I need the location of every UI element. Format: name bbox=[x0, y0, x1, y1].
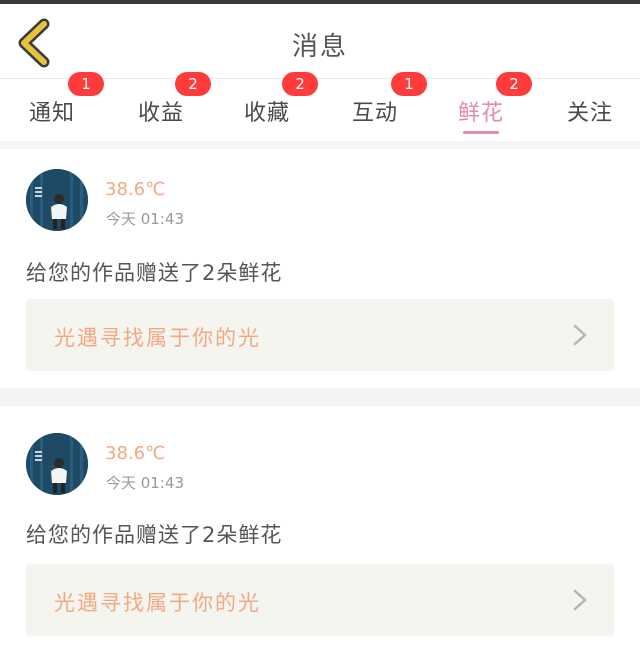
tab-badge: 2 bbox=[496, 72, 532, 96]
active-tab-indicator bbox=[463, 131, 499, 134]
timestamp: 今天 01:43 bbox=[106, 210, 184, 228]
tab-interactions[interactable]: 互动 1 bbox=[325, 72, 427, 141]
tab-follows[interactable]: 关注 bbox=[540, 79, 640, 141]
chevron-right-icon bbox=[573, 589, 587, 611]
work-link[interactable]: 光遇寻找属于你的光 bbox=[26, 299, 614, 371]
header: 消息 bbox=[0, 4, 640, 78]
sender-name[interactable]: 38.6℃ bbox=[105, 179, 165, 200]
card-separator bbox=[0, 388, 640, 406]
tab-earnings[interactable]: 收益 2 bbox=[111, 72, 211, 141]
tab-label: 收藏 bbox=[243, 101, 290, 126]
tab-bar: 通知 1 收益 2 收藏 2 互动 1 鲜花 2 关注 bbox=[0, 72, 640, 141]
tab-label: 鲜花 bbox=[457, 101, 504, 126]
tab-badge: 1 bbox=[68, 72, 104, 96]
avatar[interactable] bbox=[26, 433, 88, 495]
sender-name[interactable]: 38.6℃ bbox=[105, 443, 165, 464]
message-text: 给您的作品赠送了2朵鲜花 bbox=[26, 523, 283, 547]
tab-badge: 1 bbox=[391, 72, 427, 96]
tab-label: 收益 bbox=[137, 101, 184, 126]
timestamp: 今天 01:43 bbox=[106, 474, 184, 492]
tab-label: 通知 bbox=[28, 101, 75, 126]
work-title: 光遇寻找属于你的光 bbox=[54, 591, 261, 615]
avatar[interactable] bbox=[26, 169, 88, 231]
message-card: 38.6℃ 今天 01:43 给您的作品赠送了2朵鲜花 光遇寻找属于你的光 bbox=[0, 406, 640, 655]
tab-label: 互动 bbox=[351, 101, 398, 126]
chevron-right-icon bbox=[573, 324, 587, 346]
tab-label: 关注 bbox=[566, 101, 613, 126]
tab-badge: 2 bbox=[282, 72, 318, 96]
avatar-photo bbox=[26, 433, 88, 495]
message-card: 38.6℃ 今天 01:43 给您的作品赠送了2朵鲜花 光遇寻找属于你的光 bbox=[0, 149, 640, 388]
page-title: 消息 bbox=[291, 32, 348, 62]
work-link[interactable]: 光遇寻找属于你的光 bbox=[26, 564, 614, 636]
section-gap bbox=[0, 141, 640, 149]
tab-flowers[interactable]: 鲜花 2 bbox=[431, 72, 532, 141]
work-title: 光遇寻找属于你的光 bbox=[54, 326, 261, 350]
tab-badge: 2 bbox=[175, 72, 211, 96]
tab-notifications[interactable]: 通知 1 bbox=[2, 72, 104, 141]
avatar-photo bbox=[26, 169, 88, 231]
message-text: 给您的作品赠送了2朵鲜花 bbox=[26, 261, 283, 285]
tab-favorites[interactable]: 收藏 2 bbox=[217, 72, 318, 141]
